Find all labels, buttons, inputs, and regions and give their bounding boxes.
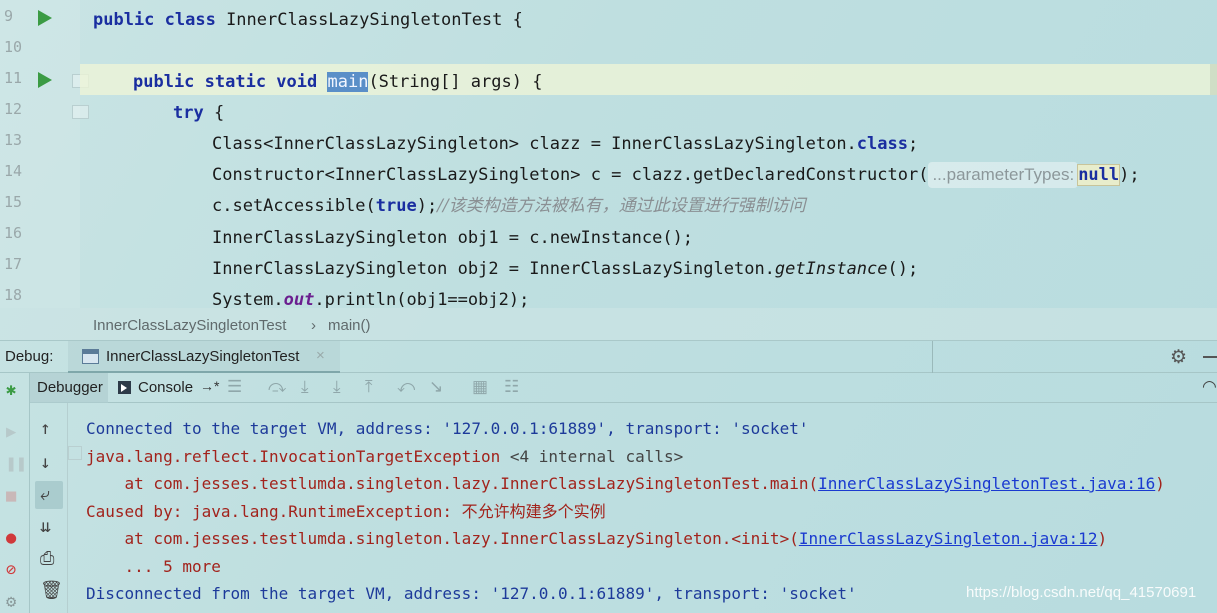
watermark: https://blog.csdn.net/qq_41570691: [966, 584, 1197, 601]
debug-bug-icon[interactable]: ✱: [6, 381, 16, 399]
selected-text: main: [327, 72, 369, 92]
minimize-icon[interactable]: [1203, 356, 1217, 358]
code-text: Class<InnerClassLazySingleton> clazz = I…: [212, 134, 857, 154]
code-text: .println(obj1==obj2);: [314, 290, 530, 308]
breadcrumb-method[interactable]: main(): [328, 317, 371, 334]
console-output[interactable]: Connected to the target VM, address: '12…: [86, 415, 1217, 608]
run-to-cursor-icon[interactable]: ↘: [429, 377, 443, 397]
fold-icon[interactable]: [68, 446, 82, 460]
trace-icon[interactable]: ☷: [504, 377, 519, 397]
down-arrow-icon[interactable]: ↓: [40, 453, 51, 473]
close-icon[interactable]: ×: [316, 347, 325, 364]
view-breakpoints-icon[interactable]: ●: [6, 529, 16, 547]
drop-frame-icon[interactable]: ⤺: [397, 377, 415, 397]
code-editor[interactable]: 9 10 11 12 13 14 15 16 17 18 public clas…: [0, 0, 1217, 308]
code-text: ();: [887, 259, 919, 279]
code-line-9[interactable]: public class InnerClassLazySingletonTest…: [0, 5, 1217, 36]
console-side-toolbar: ↑ ↓ ⤶ ⇊ ⎙ 🗑: [30, 403, 68, 613]
debug-tool-window-header: Debug: InnerClassLazySingletonTest × ⚙: [0, 341, 1217, 373]
code-line-12[interactable]: try {: [0, 98, 1217, 129]
console-line: ... 5 more: [86, 556, 221, 576]
console-text: at com.jesses.testlumda.singleton.lazy.I…: [86, 529, 799, 548]
debug-session-title: InnerClassLazySingletonTest: [106, 348, 300, 365]
stacktrace-link[interactable]: InnerClassLazySingletonTest.java:16: [818, 474, 1155, 493]
internal-calls-link[interactable]: <4 internal calls>: [510, 447, 683, 466]
divider: [932, 341, 933, 373]
parameter-hint: ...parameterTypes:: [928, 162, 1079, 188]
restore-layout-icon[interactable]: →*: [200, 378, 219, 394]
step-out-icon[interactable]: ⤒: [365, 377, 373, 397]
breadcrumb-separator: ›: [311, 317, 316, 334]
show-execution-point-icon[interactable]: ⤼: [268, 377, 286, 397]
tab-console-label: Console: [138, 379, 194, 396]
stop-icon[interactable]: ■: [6, 487, 16, 505]
up-arrow-icon[interactable]: ↑: [40, 419, 51, 439]
debug-label: Debug:: [5, 348, 54, 365]
console-line: Connected to the target VM, address: '12…: [86, 419, 809, 438]
code-text: InnerClassLazySingleton obj1 = c.newInst…: [212, 228, 694, 248]
debug-toolbar: Debugger Console →* ☰ ⤼ ⤓ ⤓ ⤒ ⤺ ↘ ▦ ☷ ◠: [30, 373, 1217, 403]
code-text: );: [416, 196, 438, 216]
keyword: class: [856, 134, 908, 154]
line-number: 10: [4, 38, 23, 56]
step-over-icon[interactable]: ⤓: [301, 377, 309, 397]
debug-session-tab[interactable]: InnerClassLazySingletonTest ×: [68, 341, 340, 373]
code-line-18[interactable]: System.out.println(obj1==obj2);: [0, 285, 1217, 308]
code-text: {: [203, 103, 225, 123]
keyword: try: [173, 103, 204, 123]
step-into-icon[interactable]: ⤓: [333, 377, 341, 397]
menu-icon[interactable]: ☰: [227, 377, 242, 397]
code-line-16[interactable]: InnerClassLazySingleton obj1 = c.newInst…: [0, 223, 1217, 254]
tab-debugger[interactable]: Debugger: [30, 373, 108, 403]
breadcrumb-class[interactable]: InnerClassLazySingletonTest: [93, 317, 286, 334]
keyword: public class: [93, 10, 216, 30]
code-text: InnerClassLazySingletonTest {: [215, 10, 523, 30]
code-line-17[interactable]: InnerClassLazySingleton obj2 = InnerClas…: [0, 254, 1217, 285]
console-icon: [118, 381, 131, 394]
code-text: ;: [907, 134, 919, 154]
code-text: InnerClassLazySingleton obj2 = InnerClas…: [212, 259, 775, 279]
console-line: at com.jesses.testlumda.singleton.lazy.I…: [86, 470, 1217, 498]
debug-action-strip: ✱ ▶ ❚❚ ■ ● ⊘ ⚙: [0, 373, 30, 613]
console-line: java.lang.reflect.InvocationTargetExcept…: [86, 443, 1217, 471]
trash-icon[interactable]: 🗑: [40, 581, 63, 601]
stacktrace-link[interactable]: InnerClassLazySingleton.java:12: [799, 529, 1098, 548]
code-text: System.: [212, 290, 284, 308]
console-text: ): [1097, 529, 1108, 548]
breadcrumb: InnerClassLazySingletonTest › main(): [0, 308, 1217, 341]
code-line-11[interactable]: public static void main(String[] args) {: [0, 67, 1217, 98]
resume-icon[interactable]: ▶: [6, 423, 16, 441]
console-line: Caused by: java.lang.RuntimeException: 不…: [86, 501, 606, 521]
tab-console[interactable]: Console →*: [110, 373, 219, 403]
gear-icon[interactable]: ⚙: [1170, 346, 1187, 369]
console-text: ): [1155, 474, 1165, 493]
code-line-14[interactable]: Constructor<InnerClassLazySingleton> c =…: [0, 160, 1217, 191]
code-text: c.setAccessible(: [212, 196, 376, 216]
console-text: java.lang.reflect.InvocationTargetExcept…: [86, 446, 510, 466]
code-text: Constructor<InnerClassLazySingleton> c =…: [212, 165, 929, 185]
soft-wrap-icon[interactable]: ⤶: [40, 485, 50, 505]
keyword: public static void: [133, 72, 318, 92]
more-icon[interactable]: ⚙: [6, 593, 16, 611]
evaluate-expression-icon[interactable]: ▦: [472, 377, 488, 397]
print-icon[interactable]: ⎙: [40, 549, 54, 569]
code-comment: //该类构造方法被私有，通过此设置进行强制访问: [437, 196, 806, 216]
code-text: );: [1119, 165, 1140, 185]
run-config-icon: [82, 349, 99, 364]
scroll-to-end-icon[interactable]: ⇊: [40, 517, 51, 537]
mute-breakpoints-icon[interactable]: ⊘: [6, 561, 16, 579]
restore-icon[interactable]: ◠: [1202, 377, 1217, 397]
code-line-13[interactable]: Class<InnerClassLazySingleton> clazz = I…: [0, 129, 1217, 160]
static-method: getInstance: [774, 259, 888, 279]
console-text: at com.jesses.testlumda.singleton.lazy.I…: [86, 474, 819, 493]
console-line: at com.jesses.testlumda.singleton.lazy.I…: [86, 525, 1217, 553]
static-field: out: [283, 290, 315, 308]
tab-debugger-label: Debugger: [37, 379, 103, 396]
pause-icon[interactable]: ❚❚: [6, 455, 26, 473]
gutter-line-10: 10: [0, 34, 80, 65]
code-text: (String[] args) {: [368, 72, 543, 92]
keyword: true: [375, 196, 417, 216]
keyword: null: [1077, 164, 1121, 186]
code-line-15[interactable]: c.setAccessible(true);//该类构造方法被私有，通过此设置进…: [0, 191, 1217, 222]
